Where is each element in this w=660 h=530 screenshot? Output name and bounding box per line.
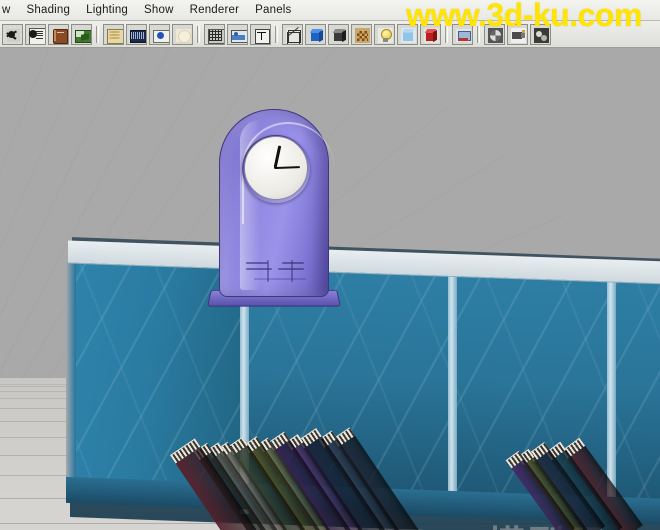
flat-shade-icon[interactable] [328, 23, 349, 45]
image-plane-icon[interactable] [227, 23, 248, 45]
texture-shading-icon[interactable] [351, 23, 372, 45]
clock-hour-hand [273, 145, 281, 168]
xray-icon-glyph [399, 26, 416, 43]
lighting-icon-glyph [376, 26, 393, 43]
exposure-icon-glyph [486, 26, 503, 43]
xray-icon[interactable] [397, 23, 418, 45]
menu-renderer[interactable]: Renderer [182, 2, 248, 19]
safe-action-icon[interactable] [172, 23, 193, 45]
field-chart-icon-glyph [151, 26, 169, 43]
object-details-icon[interactable] [25, 23, 46, 45]
maya-viewport-window: wShadingLightingShowRendererPanels [0, 0, 660, 530]
camera-attributes-icon[interactable] [507, 23, 528, 45]
grid-toggle-icon-glyph [206, 26, 224, 44]
menu-bar: w Shading Lighting Show Renderer Panels [0, 0, 660, 21]
attribute-editor-icon-glyph [50, 26, 68, 44]
clock-dial [244, 136, 308, 200]
select-tool-icon[interactable] [2, 23, 23, 45]
wireframe-shading-icon[interactable] [282, 23, 303, 45]
smooth-shade-all-icon[interactable] [305, 23, 326, 45]
select-tool-icon-glyph [4, 26, 21, 43]
render-view-icon-glyph [73, 26, 91, 43]
resolution-gate-icon-glyph [128, 26, 146, 43]
grid-toggle-icon[interactable] [204, 23, 225, 45]
separator-3 [275, 25, 278, 43]
isolate-select-icon[interactable] [530, 23, 551, 45]
text-display-icon-glyph [252, 26, 270, 44]
camera-attributes-icon-glyph [509, 26, 526, 43]
ipr-render-icon-glyph [454, 26, 471, 43]
texture-shading-icon-glyph [353, 26, 370, 43]
image-plane-icon-glyph [229, 26, 247, 43]
flat-shade-icon-glyph [330, 26, 347, 43]
3d-viewport[interactable]: 模型网 www.3d-ku.com [0, 48, 660, 530]
smooth-shade-all-icon-glyph [307, 26, 324, 43]
shelf-divider-2 [448, 267, 457, 509]
clock-ornament-line-3 [282, 262, 304, 264]
film-gate-icon-glyph [105, 26, 123, 44]
text-display-icon[interactable] [250, 23, 271, 45]
menu-lighting[interactable]: Lighting [78, 2, 136, 19]
clock-ornament-line-5 [254, 278, 306, 280]
shadows-icon[interactable] [420, 23, 441, 45]
safe-action-icon-glyph [174, 26, 191, 43]
exposure-icon[interactable] [484, 23, 505, 45]
attribute-editor-icon[interactable] [48, 23, 69, 45]
separator-5 [477, 25, 480, 43]
menu-view-truncated[interactable]: w [0, 2, 19, 19]
film-gate-icon[interactable] [103, 23, 124, 45]
shelf-left-edge-highlight [66, 261, 76, 503]
separator-2 [197, 25, 200, 43]
isolate-select-icon-glyph [532, 26, 549, 43]
menu-show[interactable]: Show [136, 2, 182, 19]
field-chart-icon[interactable] [149, 23, 170, 45]
wireframe-shading-icon-glyph [284, 26, 301, 44]
separator-1 [96, 25, 99, 43]
resolution-gate-icon[interactable] [126, 23, 147, 45]
ipr-render-icon[interactable] [452, 23, 473, 45]
render-view-icon[interactable] [71, 23, 92, 45]
clock-minute-hand [274, 165, 301, 169]
object-details-icon-glyph [27, 26, 45, 44]
menu-shading[interactable]: Shading [19, 2, 79, 19]
separator-4 [445, 25, 448, 43]
lighting-icon[interactable] [374, 23, 395, 45]
shadows-icon-glyph [422, 26, 439, 43]
clock-ornament-line-1 [246, 262, 268, 264]
menu-panels[interactable]: Panels [247, 2, 299, 19]
viewport-toolbar [0, 21, 660, 48]
mantel-clock-model[interactable] [205, 103, 341, 308]
